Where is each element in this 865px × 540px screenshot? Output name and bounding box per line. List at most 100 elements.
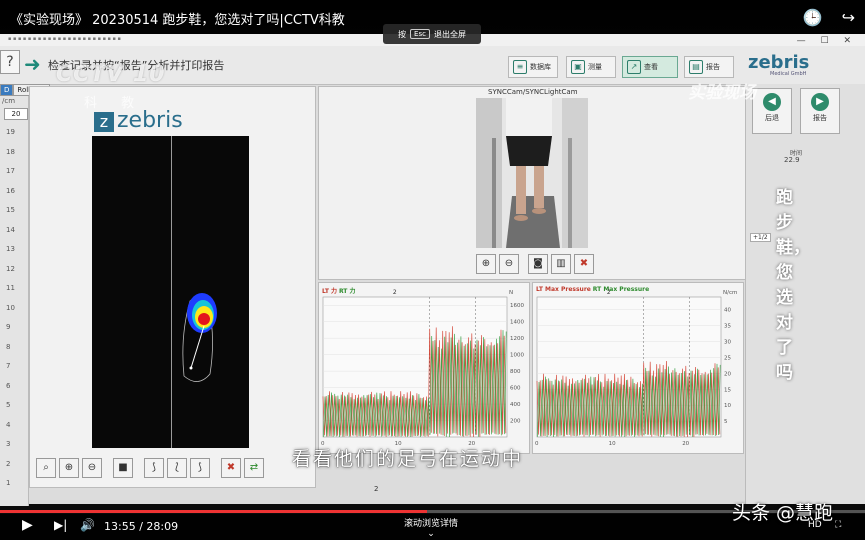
report-label: 报告 [813,114,827,122]
marker-label: 2 [393,289,397,296]
report-button[interactable]: ▶ 报告 [800,88,840,134]
plate-logo: z zebris [94,108,183,133]
x-tick-label: 10 [609,441,616,447]
pressure-blob-peak [198,313,210,325]
zoom-icon[interactable]: ⌕ [36,458,56,478]
pressure-chart: 5 10 15 20 25 30 35 40 0 10 20 N/cm 2 [535,289,737,447]
scale-tick: 18 [6,147,15,156]
zoom-in-icon[interactable]: ⊕ [59,458,79,478]
subtitle: 看看他们的足弓在运动中 [292,448,524,470]
y-tick-label: 200 [510,419,521,425]
share-icon[interactable]: ↪ [842,8,855,27]
progress-fill [0,510,428,513]
database-button[interactable]: ≡ 数据库 [508,56,558,78]
brand-name: zebris [748,52,810,73]
y-tick-label: 1600 [510,303,524,309]
pressure-chart-panel: LT Max Pressure RT Max Pressure 5 10 15 20 2… [532,282,744,454]
tab-d[interactable]: D [0,84,14,96]
right-sidebar [745,84,865,504]
scale-column [0,96,29,506]
arrow-right-icon: ➜ [24,52,41,76]
report-toolbar-button[interactable]: ▤ 报告 [684,56,734,78]
marker-label: 2 [607,289,611,296]
x-tick-label: 0 [535,441,539,447]
y-tick-label: 35 [724,324,731,330]
report-toolbar-label: 报告 [706,63,720,71]
report-icon: ▤ [689,60,703,74]
close-icon[interactable]: ✕ [843,36,851,46]
camera-icon[interactable]: ◙ [528,254,548,274]
scale-tick: 15 [6,206,15,214]
zoom-out-icon[interactable]: ⊖ [499,254,519,274]
measure-button[interactable]: ▣ 测量 [566,56,616,78]
scroll-hint-label: 滚动浏览详情 [404,519,459,529]
arrow-right-icon: ▶ [811,93,829,111]
database-icon: ≡ [513,60,527,74]
delete-icon[interactable]: ✖ [574,254,594,274]
y-tick-label: 5 [724,419,728,425]
arrow-left-icon: ◀ [763,93,781,111]
timeline-marker-label: 2 [374,485,379,493]
foot-right-icon[interactable]: ⟅ [167,458,187,478]
scale-tick: 19 [6,128,15,136]
measure-label: 测量 [588,63,602,71]
esc-key: Esc [410,29,430,39]
force-chart-panel: LT 力 RT 力 200 400 600 800 1000 1200 1400 1600 0 1… [318,282,530,454]
delete-icon[interactable]: ✖ [221,458,241,478]
measure-icon: ▣ [571,60,585,74]
video-title: 《实验现场》 20230514 跑步鞋，您选对了吗|CCTV科教 [10,13,345,28]
camera-view [476,98,588,248]
scale-tick: 14 [6,225,15,234]
scale-tick: 11 [6,284,15,292]
volume-icon[interactable]: 🔊 [80,518,95,532]
scale-tick: 10 [6,303,15,312]
foot-outline-icon[interactable]: ⟆ [190,458,210,478]
y-tick-label: 15 [724,387,731,393]
scale-unit: /cm [2,97,16,105]
cop-point [189,366,193,370]
y-unit-label: N/cm [723,290,737,296]
minimize-icon[interactable]: — [797,36,806,46]
stop-icon[interactable]: ■ [113,458,133,478]
help-button[interactable]: ? [0,50,20,74]
clock-icon[interactable]: 🕒 [803,8,823,27]
y-tick-label: 1200 [510,336,524,342]
esc-hint-suffix: 退出全屏 [433,29,466,39]
channel-logo: CCTV 10 [56,62,166,87]
fullscreen-icon[interactable]: ⛶ [835,520,841,530]
scale-tick: 9 [6,323,11,331]
back-label: 后退 [765,114,779,122]
app-titlebar-text: ▪ ▪ ▪ ▪ ▪ ▪ ▪ ▪ ▪ ▪ ▪ ▪ ▪ ▪ ▪ ▪ ▪ ▪ ▪ ▪ … [8,36,121,42]
scroll-hint[interactable]: 滚动浏览详情 ⌄ [404,516,458,539]
scale-tick: 5 [6,401,11,409]
chevron-down-icon: ⌄ [427,529,435,539]
y-tick-label: 30 [724,340,731,346]
zoom-in-icon[interactable]: ⊕ [476,254,496,274]
plate-centerline [171,136,172,448]
scale-value[interactable]: 20 [4,108,28,120]
swap-icon[interactable]: ⇄ [244,458,264,478]
program-logo: 实验现场 [688,83,756,103]
plate-toolbar: ⌕ ⊕ ⊖ ■ ⟆ ⟅ ⟆ ✖ ⇄ [36,458,264,482]
y-tick-label: 20 [724,371,731,377]
view-button[interactable]: ↗ 查看 [622,56,678,78]
next-icon[interactable]: ▶| [54,518,67,532]
maximize-icon[interactable]: ☐ [821,36,829,46]
camera-toolbar: ⊕ ⊖ ◙ ▥ ✖ [476,254,594,274]
esc-hint: 按 Esc 退出全屏 [383,24,481,44]
play-icon[interactable]: ▶ [22,517,33,533]
page-indicator[interactable]: +1/2 [750,233,771,242]
back-button[interactable]: ◀ 后退 [752,88,792,134]
y-tick-label: 1400 [510,320,524,326]
view-icon: ↗ [627,60,641,74]
save-icon[interactable]: ▥ [551,254,571,274]
scale-tick: 4 [6,420,11,429]
esc-hint-prefix: 按 [398,29,407,39]
window-controls: — ☐ ✕ [785,36,851,46]
scale-tick: 16 [6,186,15,195]
channel-sub: 科 教 [84,96,145,111]
hd-icon[interactable]: HD [808,520,822,530]
zoom-out-icon[interactable]: ⊖ [82,458,102,478]
foot-left-icon[interactable]: ⟆ [144,458,164,478]
camera-label: SYNCCam/SYNCLightCam [488,88,578,96]
